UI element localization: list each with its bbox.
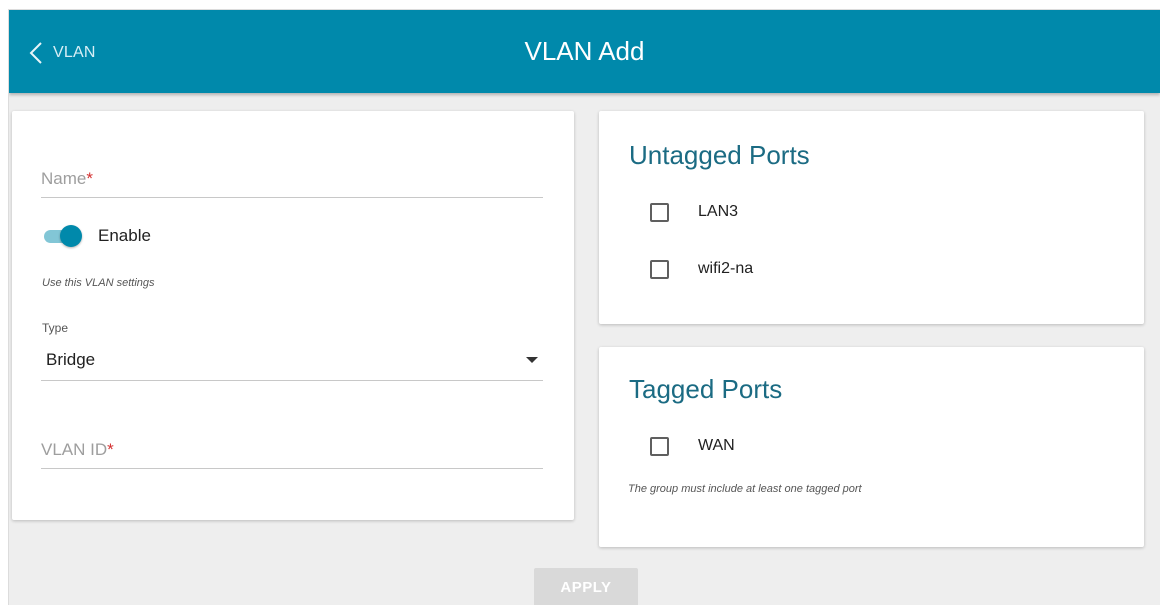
type-value: Bridge xyxy=(46,350,96,369)
enable-row: Enable xyxy=(42,223,151,249)
checkbox[interactable] xyxy=(650,259,669,279)
port-label: WAN xyxy=(698,437,735,454)
required-mark: * xyxy=(86,169,93,188)
port-label: wifi2-na xyxy=(698,260,754,277)
required-mark: * xyxy=(107,440,114,459)
apply-button[interactable]: APPLY xyxy=(534,568,638,605)
page-frame: VLAN Add VLAN Name* Enable Use this VLAN… xyxy=(8,9,1160,605)
checkbox[interactable] xyxy=(650,202,669,222)
port-checkbox-wan[interactable]: WAN xyxy=(650,435,735,457)
back-button[interactable]: VLAN xyxy=(29,38,96,68)
back-label: VLAN xyxy=(53,44,96,61)
checkbox[interactable] xyxy=(650,436,669,456)
page-title: VLAN Add xyxy=(524,36,645,66)
vlan-id-field[interactable]: VLAN ID* xyxy=(41,429,543,469)
vlan-settings-card: Name* Enable Use this VLAN settings Type… xyxy=(12,111,574,520)
tagged-ports-title: Tagged Ports xyxy=(629,374,783,404)
untagged-ports-card: Untagged Ports LAN3 wifi2-na xyxy=(599,111,1144,324)
type-label: Type xyxy=(42,321,69,335)
tagged-ports-card: Tagged Ports WAN The group must include … xyxy=(599,347,1144,547)
tagged-ports-hint: The group must include at least one tagg… xyxy=(628,483,862,495)
untagged-ports-title: Untagged Ports xyxy=(629,140,810,170)
port-label: LAN3 xyxy=(698,203,739,220)
type-select[interactable]: Type Bridge xyxy=(41,321,543,381)
enable-toggle[interactable] xyxy=(42,223,84,249)
name-placeholder: Name* xyxy=(41,169,93,188)
port-checkbox-lan3[interactable]: LAN3 xyxy=(650,201,738,223)
toggle-knob xyxy=(60,225,82,247)
port-checkbox-wifi2-na[interactable]: wifi2-na xyxy=(650,258,753,280)
vlan-id-placeholder: VLAN ID* xyxy=(41,440,114,459)
enable-label: Enable xyxy=(98,226,151,245)
enable-hint: Use this VLAN settings xyxy=(42,277,155,289)
chevron-left-icon xyxy=(29,41,43,65)
name-field[interactable]: Name* xyxy=(41,159,543,198)
top-bar: VLAN Add VLAN xyxy=(9,10,1160,93)
caret-down-icon xyxy=(526,357,538,363)
